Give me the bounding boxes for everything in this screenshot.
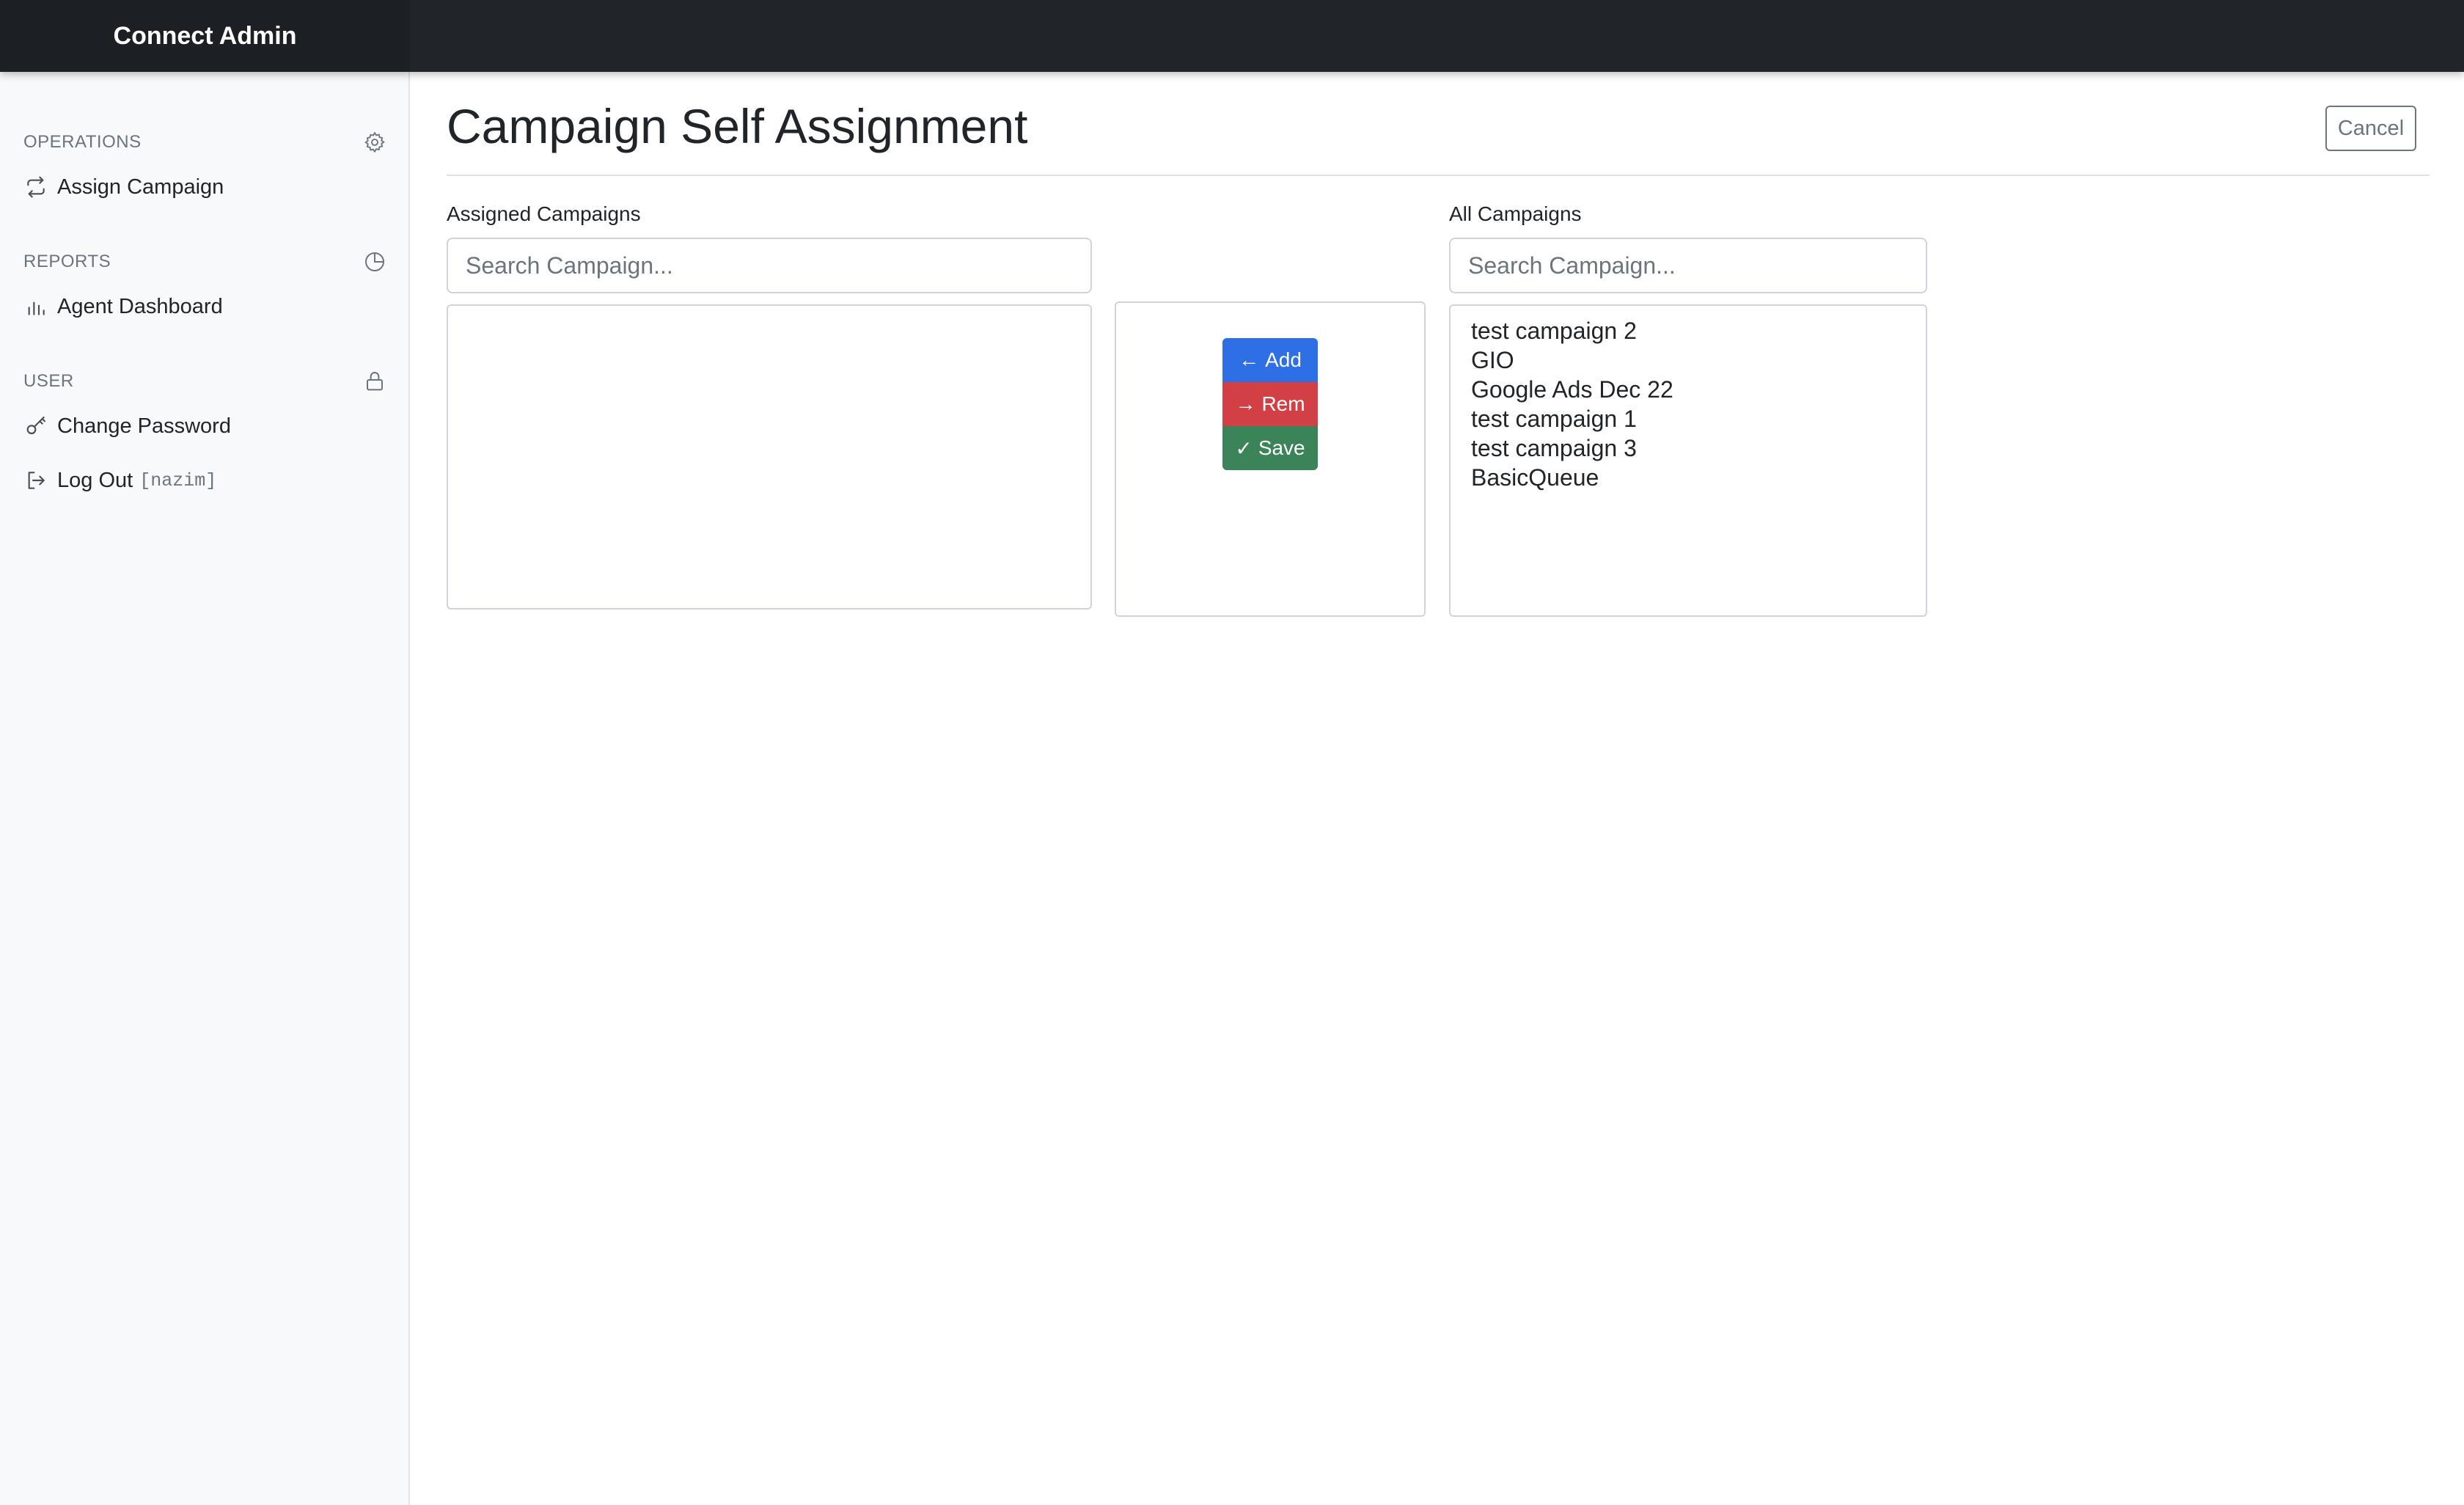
pie-chart-icon [362, 249, 387, 274]
section-title: REPORTS [23, 252, 111, 271]
logout-icon [23, 468, 48, 493]
arrow-right-icon: → [1235, 392, 1256, 415]
arrows-repeat-icon [23, 175, 48, 199]
sidebar-item-log-out[interactable]: Log Out [nazim] [23, 464, 216, 497]
all-search-input[interactable] [1449, 238, 1927, 293]
section-title: USER [23, 371, 74, 391]
all-campaigns-label: All Campaigns [1449, 202, 1582, 225]
list-item[interactable]: Google Ads Dec 22 [1471, 375, 1905, 404]
sidebar-item-label: Log Out [57, 468, 133, 492]
sidebar-section-operations: OPERATIONS [23, 128, 387, 157]
page-title: Campaign Self Assignment [447, 99, 1028, 153]
main-content: Campaign Self Assignment Cancel Assigned… [411, 72, 2464, 1505]
arrow-left-icon: ← [1239, 348, 1260, 371]
sidebar-section-user: USER [23, 367, 387, 396]
action-button-group: ← Add → Rem ✓ Save [1222, 338, 1318, 470]
sidebar-section-reports: REPORTS [23, 247, 387, 277]
assigned-list-items [448, 306, 1090, 326]
sidebar-item-label: Assign Campaign [57, 175, 224, 199]
checkmark-icon: ✓ [1235, 436, 1253, 460]
sidebar-item-change-password[interactable]: Change Password [23, 409, 231, 443]
lock-icon [362, 369, 387, 394]
gear-icon [362, 130, 387, 155]
list-item[interactable]: GIO [1471, 345, 1905, 375]
sidebar-item-label: Agent Dashboard [57, 294, 223, 318]
remove-button[interactable]: → Rem [1222, 382, 1318, 426]
all-campaigns-list[interactable]: test campaign 2 GIO Google Ads Dec 22 test … [1449, 304, 1927, 617]
assigned-search-input[interactable] [447, 238, 1092, 293]
add-button-label: Add [1265, 348, 1302, 371]
add-button[interactable]: ← Add [1222, 338, 1318, 382]
brand-title[interactable]: Connect Admin [0, 0, 410, 72]
remove-button-label: Rem [1261, 392, 1305, 415]
all-list-items: test campaign 2 GIO Google Ads Dec 22 test … [1451, 306, 1926, 502]
assigned-campaigns-label: Assigned Campaigns [447, 202, 641, 225]
cancel-button[interactable]: Cancel [2325, 106, 2416, 151]
list-item[interactable]: test campaign 1 [1471, 404, 1905, 433]
title-divider [447, 175, 2430, 176]
list-item[interactable]: test campaign 2 [1471, 316, 1905, 345]
assigned-campaigns-list[interactable] [447, 304, 1092, 609]
action-button-panel: ← Add → Rem ✓ Save [1115, 301, 1426, 617]
sidebar: OPERATIONS Assign Campaign REPORTS Agent… [0, 72, 410, 1505]
sidebar-item-label: Change Password [57, 414, 231, 438]
bar-chart-icon [23, 294, 48, 319]
top-navbar: Connect Admin [0, 0, 2464, 72]
sidebar-item-agent-dashboard[interactable]: Agent Dashboard [23, 290, 223, 323]
section-title: OPERATIONS [23, 132, 142, 152]
save-button[interactable]: ✓ Save [1222, 426, 1318, 470]
sidebar-item-assign-campaign[interactable]: Assign Campaign [23, 170, 224, 204]
list-item[interactable]: test campaign 3 [1471, 433, 1905, 463]
save-button-label: Save [1258, 436, 1305, 459]
key-icon [23, 414, 48, 439]
username-tag: [nazim] [139, 469, 217, 491]
list-item[interactable]: BasicQueue [1471, 463, 1905, 492]
